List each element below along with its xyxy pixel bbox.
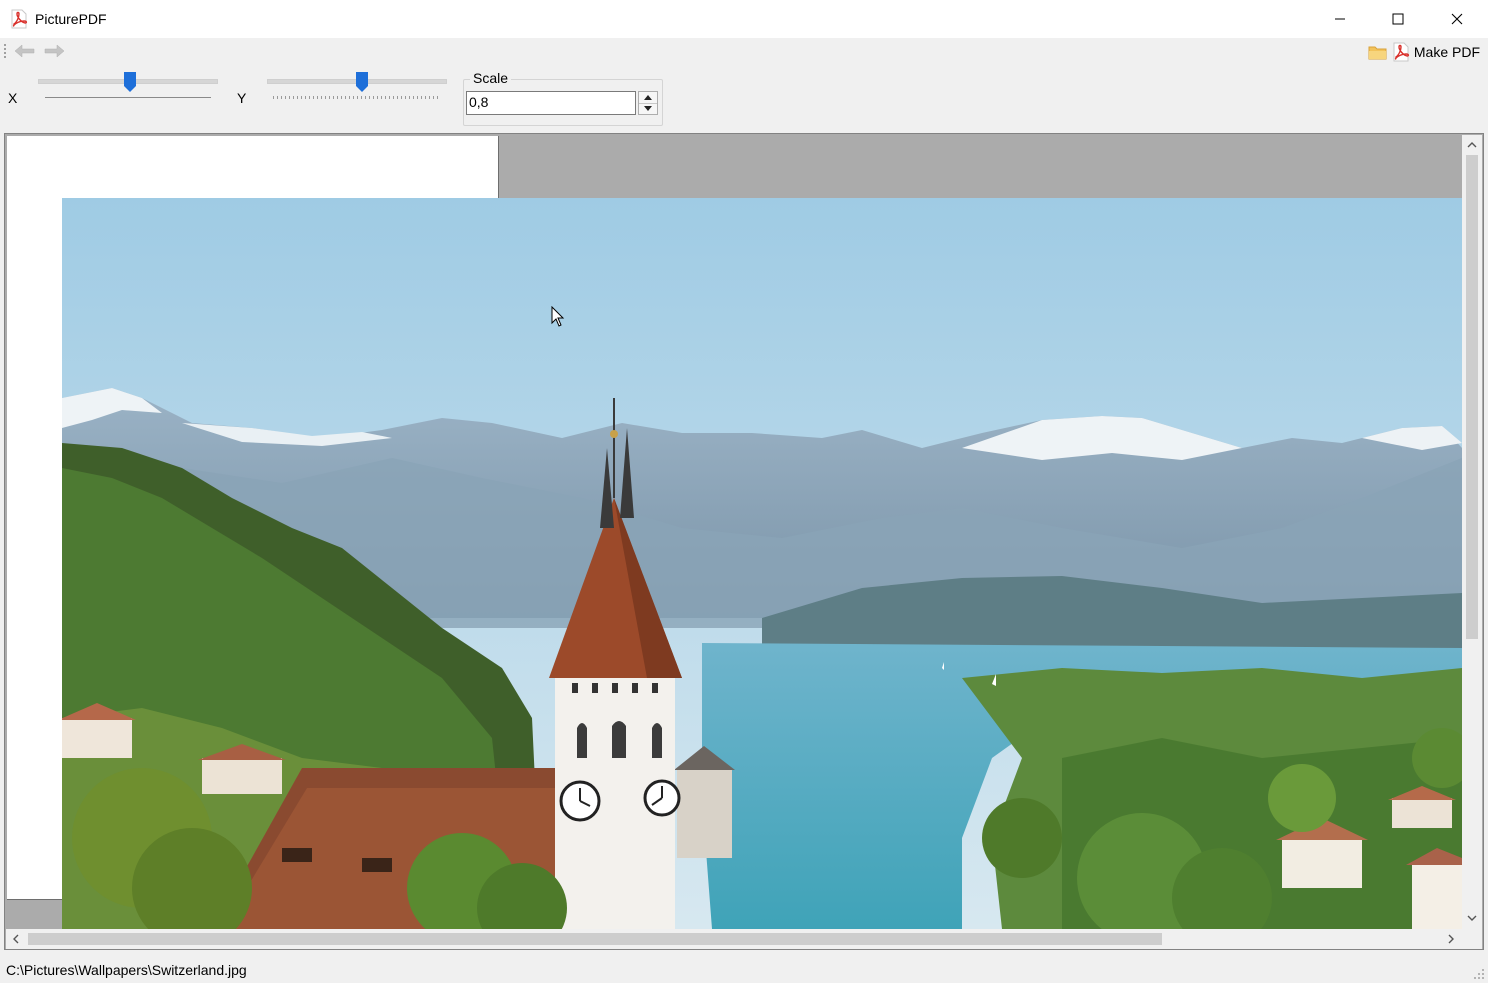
scale-legend: Scale xyxy=(470,70,512,86)
x-slider-thumb[interactable] xyxy=(123,71,137,93)
maximize-icon xyxy=(1392,13,1404,25)
chevron-up-icon xyxy=(644,95,652,100)
minimize-button[interactable] xyxy=(1311,0,1369,38)
vertical-scroll-thumb[interactable] xyxy=(1466,155,1478,639)
pdf-app-icon xyxy=(11,9,28,29)
chevron-down-icon xyxy=(1467,915,1477,921)
chevron-right-icon xyxy=(1448,934,1454,944)
status-file-path: C:\Pictures\Wallpapers\Switzerland.jpg xyxy=(6,962,247,978)
scrollbar-corner xyxy=(1462,929,1482,949)
preview-viewport[interactable] xyxy=(4,133,1484,950)
make-pdf-button[interactable]: Make PDF xyxy=(1392,42,1480,62)
scale-input[interactable]: 0,8 xyxy=(466,91,636,115)
x-label: X xyxy=(8,90,18,106)
horizontal-scrollbar[interactable] xyxy=(6,929,1462,949)
scroll-up-button[interactable] xyxy=(1465,138,1479,152)
make-pdf-toolbar: Make PDF xyxy=(1368,41,1480,63)
status-bar: C:\Pictures\Wallpapers\Switzerland.jpg xyxy=(0,958,1488,983)
scroll-down-button[interactable] xyxy=(1465,911,1479,925)
title-bar: PicturePDF xyxy=(0,0,1488,38)
x-slider-ticks xyxy=(45,97,211,98)
close-icon xyxy=(1451,13,1463,25)
chevron-down-icon xyxy=(644,106,652,111)
maximize-button[interactable] xyxy=(1369,0,1427,38)
arrow-left-icon[interactable] xyxy=(13,42,37,60)
folder-icon[interactable] xyxy=(1368,43,1388,61)
vertical-scrollbar[interactable] xyxy=(1462,135,1482,929)
scale-spinner[interactable] xyxy=(638,91,658,115)
minimize-icon xyxy=(1335,18,1345,20)
resize-grip-icon[interactable] xyxy=(1473,968,1485,980)
toolbar: Make PDF xyxy=(0,38,1488,64)
mouse-cursor-icon xyxy=(551,306,565,327)
scroll-right-button[interactable] xyxy=(1444,932,1458,946)
toolbar-grip[interactable] xyxy=(4,44,8,58)
preview-image[interactable] xyxy=(62,198,1462,929)
scroll-left-button[interactable] xyxy=(9,932,23,946)
chevron-up-icon xyxy=(1467,142,1477,148)
make-pdf-label: Make PDF xyxy=(1413,44,1480,60)
y-label: Y xyxy=(237,90,247,106)
y-slider-ticks xyxy=(273,96,441,99)
close-button[interactable] xyxy=(1428,0,1486,38)
spin-down-button[interactable] xyxy=(639,103,657,114)
window-title: PicturePDF xyxy=(35,11,107,27)
arrow-right-icon[interactable] xyxy=(42,42,66,60)
y-slider-thumb[interactable] xyxy=(355,71,369,93)
pdf-icon xyxy=(1393,42,1409,62)
horizontal-scroll-thumb[interactable] xyxy=(28,933,1162,945)
chevron-left-icon xyxy=(13,934,19,944)
